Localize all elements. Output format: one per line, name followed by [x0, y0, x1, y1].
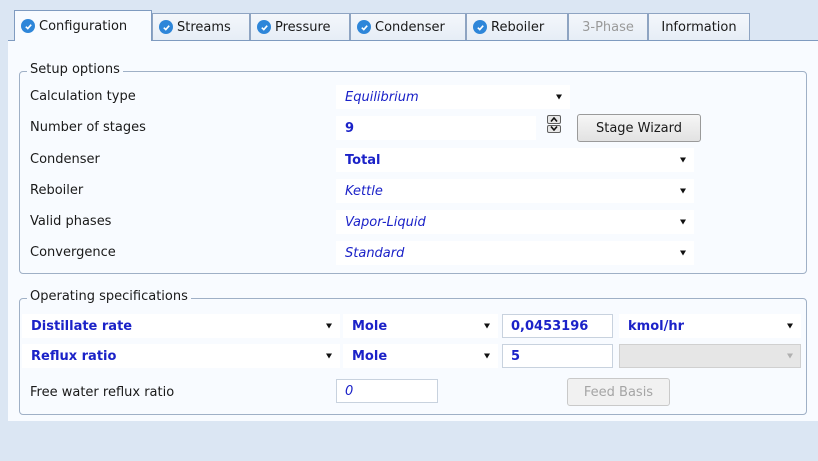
- tab-information[interactable]: Information: [648, 13, 750, 40]
- calculation-type-label: Calculation type: [30, 89, 136, 104]
- spin-down-icon[interactable]: [547, 124, 561, 133]
- tab-reboiler[interactable]: Reboiler: [466, 13, 568, 40]
- chevron-down-icon: [484, 353, 490, 359]
- check-circle-icon: [257, 20, 271, 34]
- tab-condenser[interactable]: Condenser: [350, 13, 466, 40]
- units-select-reflux-ratio: [619, 344, 801, 368]
- condenser-select[interactable]: Total: [336, 148, 694, 172]
- convergence-select[interactable]: Standard: [336, 241, 694, 265]
- chevron-down-icon: [680, 219, 686, 225]
- basis-select-reflux-ratio[interactable]: Mole: [343, 344, 498, 368]
- value-input-reflux-ratio[interactable]: 5: [502, 344, 613, 368]
- basis-select-distillate-rate[interactable]: Mole: [343, 314, 498, 338]
- chevron-down-icon: [680, 188, 686, 194]
- chevron-down-icon: [326, 353, 332, 359]
- chevron-down-icon: [787, 353, 793, 359]
- convergence-label: Convergence: [30, 245, 116, 260]
- setup-options-legend: Setup options: [27, 62, 123, 77]
- operating-specifications-legend: Operating specifications: [27, 289, 191, 304]
- check-circle-icon: [159, 20, 173, 34]
- spec-select-distillate-rate[interactable]: Distillate rate: [22, 314, 340, 338]
- configuration-panel: Setup options Calculation type Equilibri…: [8, 40, 818, 421]
- reboiler-label: Reboiler: [30, 183, 84, 198]
- condenser-label: Condenser: [30, 152, 100, 167]
- free-water-reflux-input[interactable]: 0: [336, 379, 438, 403]
- spin-up-icon[interactable]: [547, 115, 561, 124]
- tab-streams[interactable]: Streams: [152, 13, 250, 40]
- number-of-stages-input[interactable]: 9: [336, 116, 536, 140]
- spec-select-reflux-ratio[interactable]: Reflux ratio: [22, 344, 340, 368]
- valid-phases-select[interactable]: Vapor-Liquid: [336, 210, 694, 234]
- chevron-down-icon: [680, 250, 686, 256]
- tab-3-phase: 3-Phase: [568, 13, 648, 40]
- tab-pressure[interactable]: Pressure: [250, 13, 350, 40]
- chevron-down-icon: [484, 323, 490, 329]
- valid-phases-label: Valid phases: [30, 214, 112, 229]
- chevron-down-icon: [680, 157, 686, 163]
- units-select-distillate-rate[interactable]: kmol/hr: [619, 314, 801, 338]
- operating-specifications-group: Operating specifications Distillate rate…: [19, 289, 807, 415]
- value-input-distillate-rate[interactable]: 0,0453196: [502, 314, 613, 338]
- calculation-type-select[interactable]: Equilibrium: [336, 85, 570, 109]
- chevron-down-icon: [787, 323, 793, 329]
- chevron-down-icon: [326, 323, 332, 329]
- number-of-stages-label: Number of stages: [30, 120, 146, 135]
- check-circle-icon: [21, 19, 35, 33]
- chevron-down-icon: [556, 94, 562, 100]
- stage-wizard-button[interactable]: Stage Wizard: [577, 114, 701, 142]
- free-water-reflux-label: Free water reflux ratio: [30, 385, 175, 400]
- feed-basis-button: Feed Basis: [567, 378, 670, 406]
- reboiler-select[interactable]: Kettle: [336, 179, 694, 203]
- tab-configuration[interactable]: Configuration: [14, 10, 152, 41]
- check-circle-icon: [357, 20, 371, 34]
- check-circle-icon: [473, 20, 487, 34]
- stages-spinner[interactable]: [547, 115, 561, 133]
- setup-options-group: Setup options Calculation type Equilibri…: [19, 62, 807, 274]
